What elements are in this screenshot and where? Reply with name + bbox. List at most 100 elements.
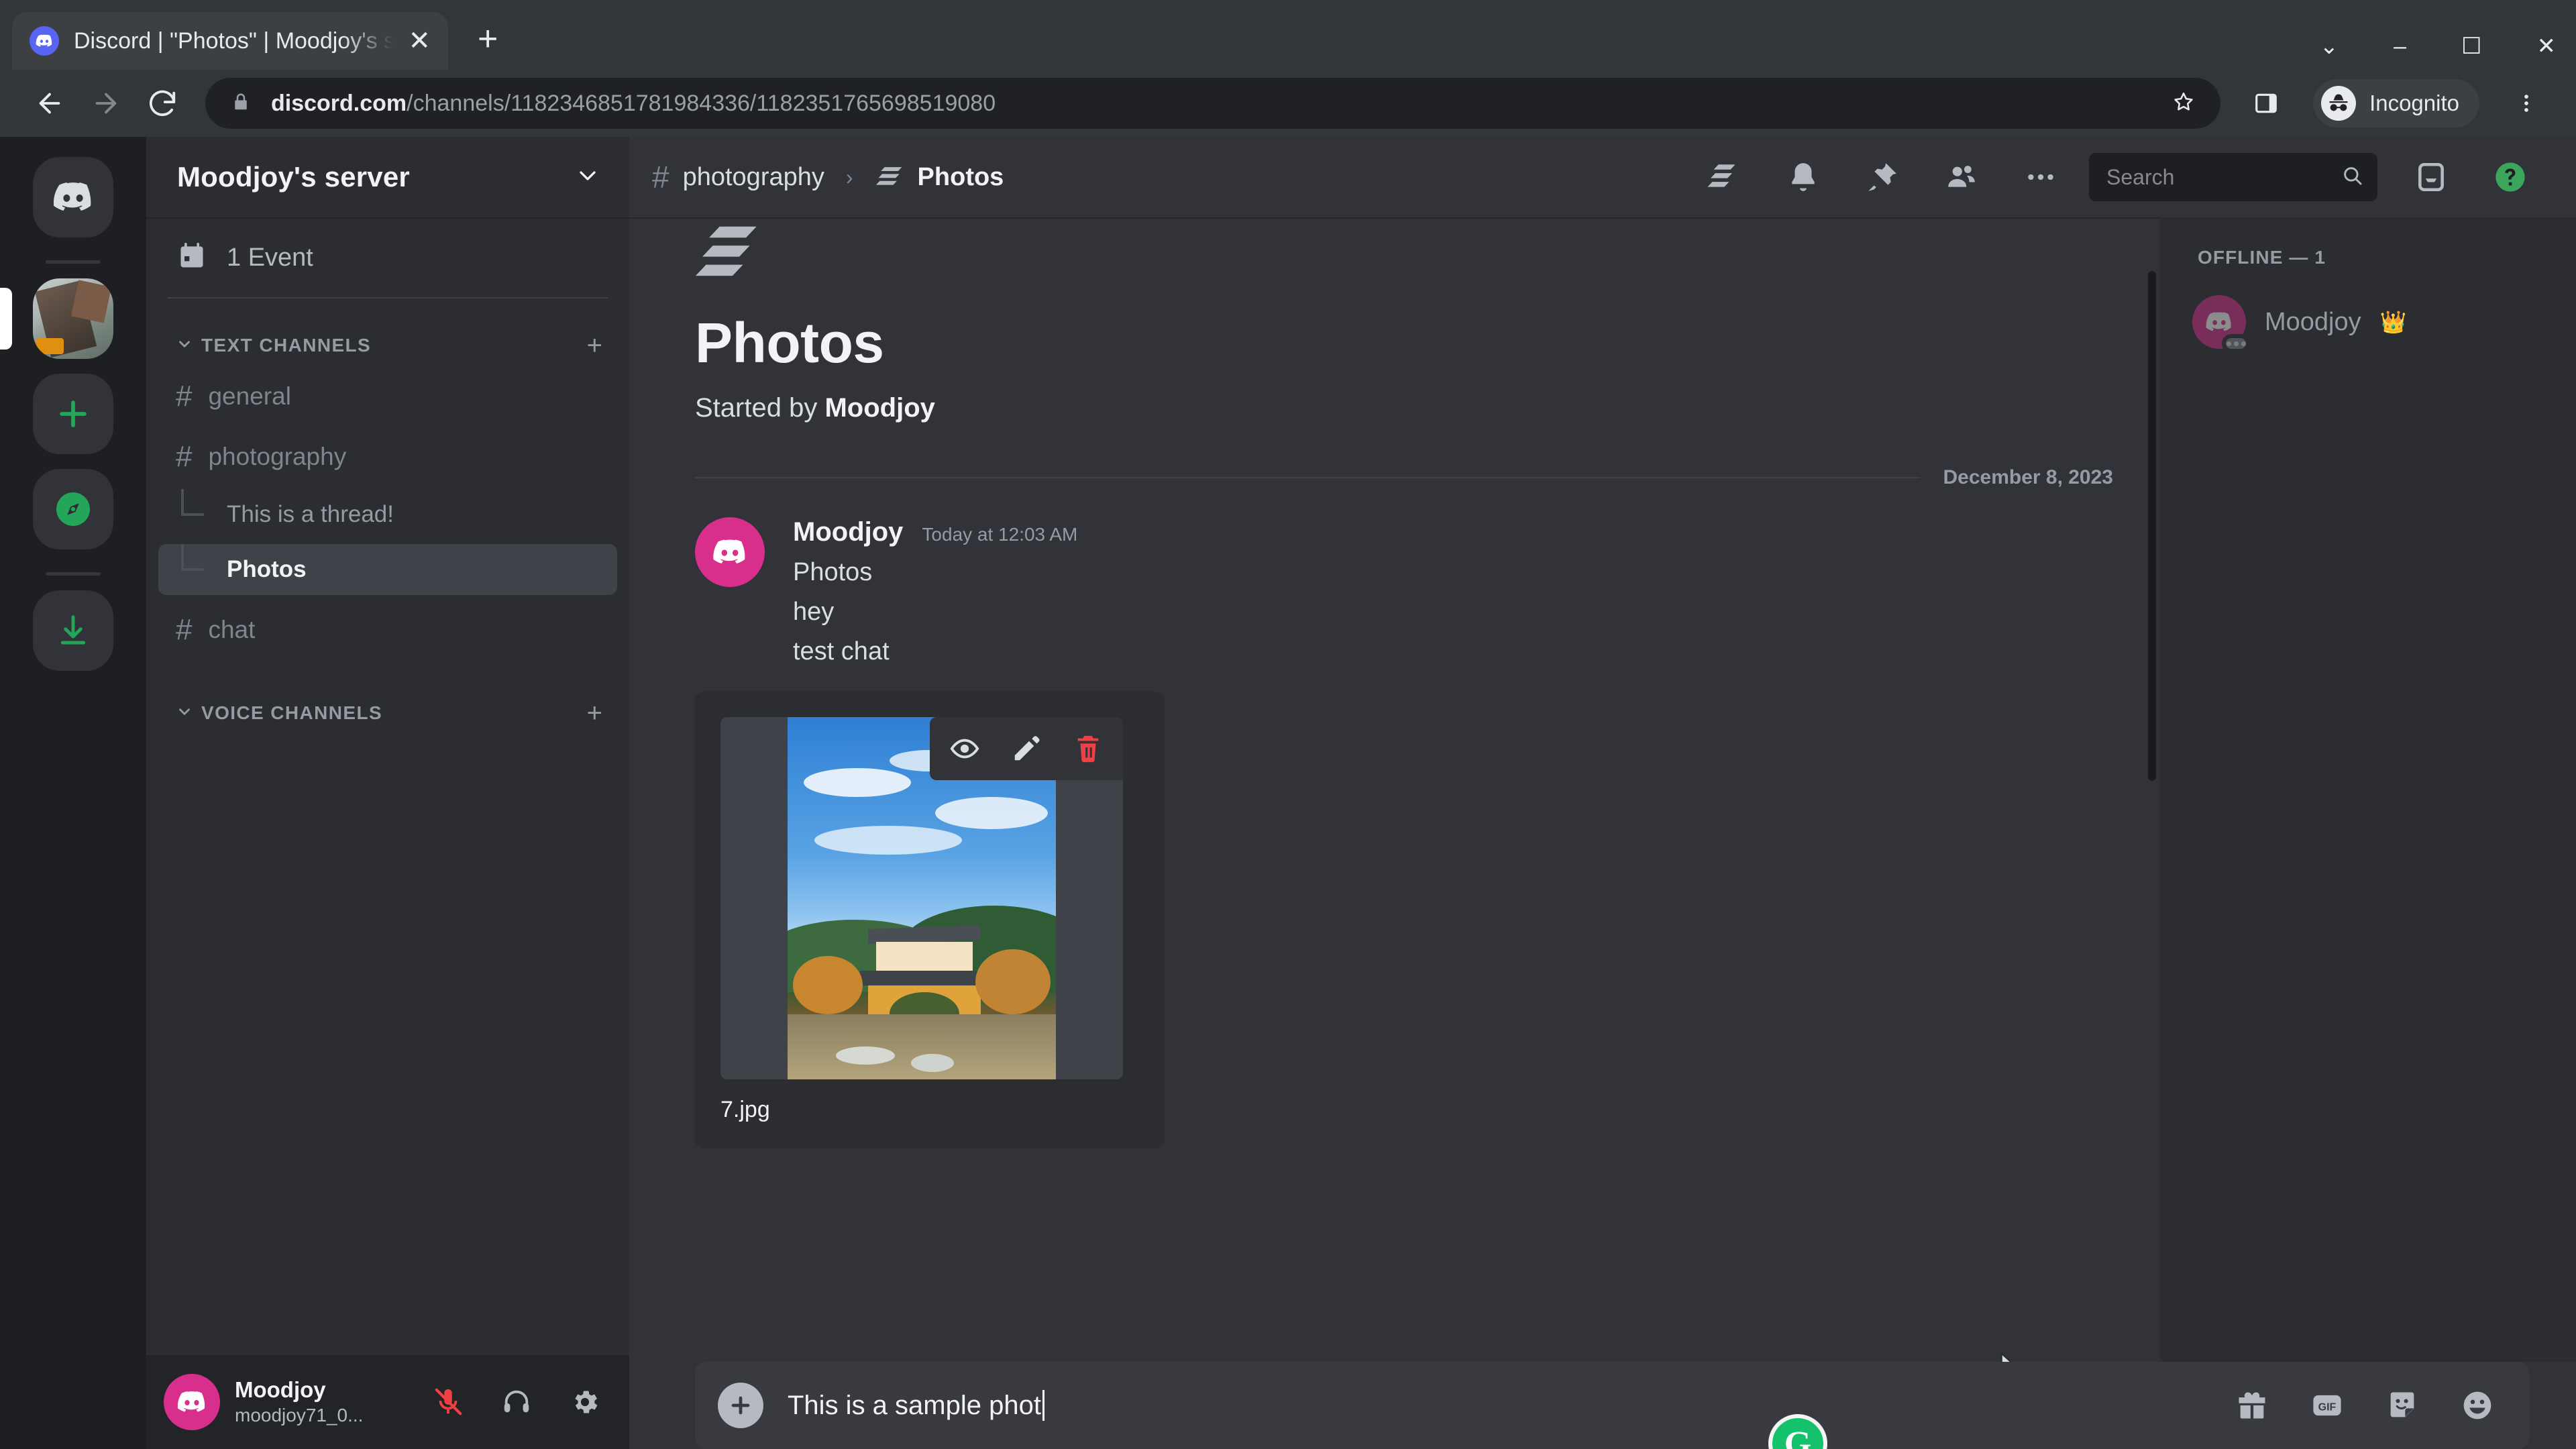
pin-icon[interactable]: [1851, 146, 1913, 208]
reload-icon[interactable]: [134, 75, 191, 131]
scrollbar[interactable]: [2148, 271, 2156, 781]
maximize-button[interactable]: ☐: [2461, 35, 2481, 58]
restore-button[interactable]: –: [2394, 35, 2406, 58]
avatar[interactable]: [164, 1374, 220, 1430]
toolbar-right: Incognito: [2238, 75, 2555, 131]
address-bar[interactable]: discord.com/channels/1182346851781984336…: [205, 78, 2221, 129]
side-panel-icon[interactable]: [2238, 75, 2294, 131]
browser-toolbar: discord.com/channels/1182346851781984336…: [0, 70, 2576, 137]
search-placeholder: Search: [2106, 164, 2175, 189]
channel-label: photography: [208, 443, 347, 470]
incognito-icon: [2321, 86, 2357, 121]
category-text-channels[interactable]: TEXT CHANNELS +: [158, 323, 617, 368]
sidebar-item-photography[interactable]: # photography: [158, 429, 617, 485]
forward-arrow-icon[interactable]: [78, 75, 134, 131]
sidebar-item-chat[interactable]: # chat: [158, 602, 617, 658]
members-icon[interactable]: [1931, 146, 1992, 208]
create-voice-channel-button[interactable]: +: [587, 700, 602, 727]
minimize-button[interactable]: ⌄: [2320, 35, 2339, 58]
server-name: Moodjoy's server: [177, 161, 410, 193]
hash-icon: #: [176, 440, 193, 473]
create-channel-button[interactable]: +: [587, 332, 602, 359]
pencil-icon[interactable]: [996, 717, 1057, 780]
message-text: test chat: [793, 637, 890, 665]
inbox-icon[interactable]: [2400, 146, 2462, 208]
chevron-down-icon: [176, 335, 193, 356]
chevron-down-icon[interactable]: [574, 162, 601, 193]
search-input[interactable]: Search: [2089, 153, 2377, 201]
message-author[interactable]: Moodjoy: [793, 517, 903, 547]
mic-muted-icon[interactable]: [423, 1377, 474, 1428]
add-server-button[interactable]: [33, 374, 113, 454]
user-meta[interactable]: Moodjoy moodjoy71_0...: [235, 1377, 423, 1428]
hash-icon: #: [652, 160, 669, 195]
more-icon[interactable]: [2010, 146, 2072, 208]
sidebar-item-photos[interactable]: Photos: [158, 516, 617, 595]
user-controls: [423, 1377, 616, 1428]
sidebar-item-general[interactable]: # general: [158, 368, 617, 425]
upload-thumbnail-frame: [720, 717, 1123, 1079]
events-row[interactable]: 1 Event: [146, 217, 629, 297]
message-scroller[interactable]: Photos Started by Moodjoy December 8, 20…: [629, 217, 2160, 1362]
window-close-button[interactable]: ✕: [2537, 35, 2557, 58]
list-item[interactable]: Moodjoy 👑: [2160, 286, 2576, 358]
message-text: hey: [793, 598, 835, 626]
breadcrumb: # photography › Photos: [652, 161, 1004, 194]
kebab-menu-icon[interactable]: [2498, 75, 2555, 131]
incognito-badge[interactable]: Incognito: [2313, 79, 2479, 127]
user-name: Moodjoy: [235, 1377, 326, 1402]
back-arrow-icon[interactable]: [21, 75, 78, 131]
spoiler-eye-icon[interactable]: [934, 717, 996, 780]
threads-icon[interactable]: [1693, 146, 1755, 208]
trash-icon[interactable]: [1057, 717, 1119, 780]
browser-tab[interactable]: Discord | "Photos" | Moodjoy's server ✕: [12, 12, 448, 70]
discord-home-icon[interactable]: [33, 157, 113, 237]
active-server-pill: [0, 288, 12, 350]
breadcrumb-parent[interactable]: photography: [683, 163, 824, 192]
composer-value: This is a sample phot: [788, 1390, 1041, 1420]
user-panel: Moodjoy moodjoy71_0...: [146, 1355, 629, 1449]
user-tag: moodjoy71_0...: [235, 1404, 364, 1426]
server-header[interactable]: Moodjoy's server: [146, 137, 629, 217]
date-label: December 8, 2023: [1943, 466, 2113, 488]
upload-preview-card: 7.jpg: [695, 692, 1165, 1148]
rail-download-wrap: [0, 590, 146, 671]
chat-header-actions: Search: [1693, 146, 2559, 208]
crown-icon: 👑: [2379, 310, 2407, 334]
category-label: VOICE CHANNELS: [201, 702, 383, 723]
date-divider: December 8, 2023: [695, 466, 2113, 489]
member-list: OFFLINE — 1 Moodjoy 👑: [2160, 217, 2576, 1362]
tab-strip: Discord | "Photos" | Moodjoy's server ✕ …: [0, 0, 2576, 70]
server-icon-moodjoy[interactable]: [33, 278, 113, 359]
close-icon[interactable]: ✕: [408, 28, 431, 54]
emoji-icon[interactable]: [2453, 1381, 2502, 1430]
message-row: Moodjoy Today at 12:03 AM Photos hey tes…: [695, 517, 2113, 666]
compass-icon[interactable]: [33, 469, 113, 549]
category-voice-channels[interactable]: VOICE CHANNELS +: [158, 690, 617, 736]
download-icon[interactable]: [33, 590, 113, 671]
breadcrumb-separator: ›: [845, 164, 853, 189]
new-tab-button[interactable]: +: [478, 19, 498, 59]
message-text: Photos: [793, 558, 873, 586]
url-text: discord.com/channels/1182346851781984336…: [271, 91, 996, 117]
avatar[interactable]: [695, 517, 765, 587]
sidebar-item-this-is-a-thread[interactable]: This is a thread!: [158, 488, 617, 540]
sticker-icon[interactable]: [2377, 1381, 2427, 1430]
bell-icon[interactable]: [1772, 146, 1834, 208]
lock-icon: [231, 92, 251, 115]
chevron-down-icon: [176, 703, 193, 724]
composer-wrap: This is a sample phot GIF G: [629, 1362, 2576, 1449]
rail-server-wrap: [0, 278, 146, 359]
help-icon[interactable]: [2479, 146, 2541, 208]
plus-circle-icon[interactable]: [718, 1383, 763, 1428]
gear-icon[interactable]: [559, 1377, 610, 1428]
browser-window: Discord | "Photos" | Moodjoy's server ✕ …: [0, 0, 2576, 1449]
message-input[interactable]: This is a sample phot: [788, 1390, 2227, 1421]
gif-icon[interactable]: GIF: [2302, 1381, 2352, 1430]
channel-label: general: [208, 382, 291, 410]
discord-icon: [30, 26, 59, 56]
star-icon[interactable]: [2172, 91, 2195, 117]
message-composer[interactable]: This is a sample phot GIF G: [695, 1362, 2529, 1449]
gift-icon[interactable]: [2227, 1381, 2277, 1430]
headphones-icon[interactable]: [491, 1377, 542, 1428]
